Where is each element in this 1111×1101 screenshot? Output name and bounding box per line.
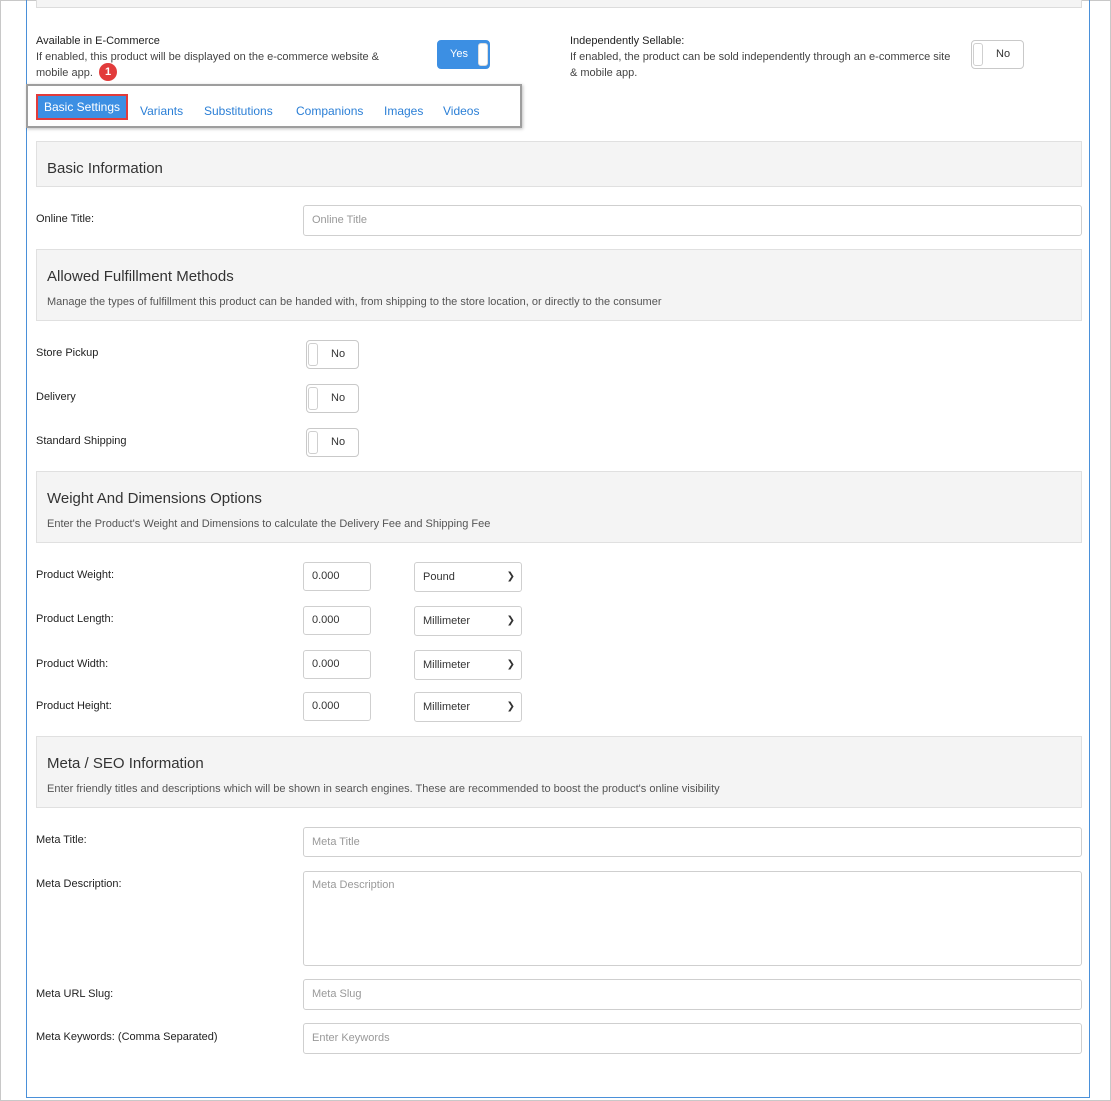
tab-images[interactable]: Images <box>384 104 423 118</box>
independently-sellable-desc: If enabled, the product can be sold inde… <box>570 51 951 79</box>
tab-companions[interactable]: Companions <box>296 104 363 118</box>
available-ecommerce-label: Available in E-Commerce <box>36 35 160 47</box>
available-ecommerce-toggle[interactable]: Yes <box>437 40 490 69</box>
section-subtitle: Manage the types of fulfillment this pro… <box>47 296 662 308</box>
tab-substitutions[interactable]: Substitutions <box>204 104 273 118</box>
select-value: Millimeter <box>423 701 471 713</box>
product-tabs: Basic Settings Variants Substitutions Co… <box>26 84 522 128</box>
chevron-down-icon: ❯ <box>506 659 515 670</box>
product-weight-input[interactable]: 0.000 <box>303 562 371 591</box>
store-pickup-label: Store Pickup <box>36 347 99 359</box>
tab-variants[interactable]: Variants <box>140 104 183 118</box>
meta-description-textarea[interactable]: Meta Description <box>303 871 1082 966</box>
meta-title-label: Meta Title: <box>36 834 87 846</box>
product-weight-unit-select[interactable]: Pound ❯ <box>414 562 522 592</box>
section-title: Allowed Fulfillment Methods <box>47 268 234 285</box>
weight-dimensions-section: Weight And Dimensions Options Enter the … <box>36 471 1082 543</box>
basic-info-section: Basic Information <box>36 141 1082 187</box>
chevron-down-icon: ❯ <box>506 615 515 626</box>
top-section-strip <box>36 0 1082 8</box>
toggle-knob <box>308 343 318 366</box>
standard-shipping-toggle[interactable]: No <box>306 428 359 457</box>
toggle-text: No <box>996 48 1011 60</box>
product-height-input[interactable]: 0.000 <box>303 692 371 721</box>
delivery-label: Delivery <box>36 391 76 403</box>
online-title-label: Online Title: <box>36 213 95 225</box>
fulfillment-section: Allowed Fulfillment Methods Manage the t… <box>36 249 1082 321</box>
section-subtitle: Enter the Product's Weight and Dimension… <box>47 518 491 530</box>
independently-sellable-label: Independently Sellable: <box>570 35 685 47</box>
online-title-input[interactable]: Online Title <box>303 205 1082 236</box>
tab-videos[interactable]: Videos <box>443 104 479 118</box>
chevron-down-icon: ❯ <box>506 571 515 582</box>
product-length-unit-select[interactable]: Millimeter ❯ <box>414 606 522 636</box>
toggle-text: No <box>331 392 346 404</box>
toggle-knob <box>478 43 488 66</box>
product-length-input[interactable]: 0.000 <box>303 606 371 635</box>
select-value: Millimeter <box>423 659 471 671</box>
meta-keywords-label: Meta Keywords: (Comma Separated) <box>36 1031 218 1043</box>
toggle-knob <box>308 387 318 410</box>
select-value: Pound <box>423 571 455 583</box>
meta-url-slug-label: Meta URL Slug: <box>36 988 114 1000</box>
annotation-badge: 1 <box>99 63 117 81</box>
delivery-toggle[interactable]: No <box>306 384 359 413</box>
standard-shipping-label: Standard Shipping <box>36 435 127 447</box>
store-pickup-toggle[interactable]: No <box>306 340 359 369</box>
meta-description-label: Meta Description: <box>36 878 122 890</box>
section-title: Basic Information <box>47 160 163 177</box>
section-title: Weight And Dimensions Options <box>47 490 262 507</box>
product-length-label: Product Length: <box>36 613 114 625</box>
product-weight-label: Product Weight: <box>36 569 115 581</box>
independently-sellable-toggle[interactable]: No <box>971 40 1024 69</box>
meta-url-slug-input[interactable]: Meta Slug <box>303 979 1082 1010</box>
product-height-unit-select[interactable]: Millimeter ❯ <box>414 692 522 722</box>
meta-seo-section: Meta / SEO Information Enter friendly ti… <box>36 736 1082 808</box>
toggle-text: Yes <box>450 48 468 60</box>
toggle-knob <box>308 431 318 454</box>
available-ecommerce-desc: If enabled, this product will be display… <box>36 51 380 79</box>
meta-keywords-input[interactable]: Enter Keywords <box>303 1023 1082 1054</box>
product-height-label: Product Height: <box>36 700 112 712</box>
select-value: Millimeter <box>423 615 471 627</box>
toggle-knob <box>973 43 983 66</box>
tab-basic-settings[interactable]: Basic Settings <box>36 94 128 120</box>
meta-title-input[interactable]: Meta Title <box>303 827 1082 857</box>
product-width-input[interactable]: 0.000 <box>303 650 371 679</box>
section-subtitle: Enter friendly titles and descriptions w… <box>47 783 720 795</box>
section-title: Meta / SEO Information <box>47 755 204 772</box>
product-width-unit-select[interactable]: Millimeter ❯ <box>414 650 522 680</box>
toggle-text: No <box>331 348 346 360</box>
toggle-text: No <box>331 436 346 448</box>
product-width-label: Product Width: <box>36 658 109 670</box>
chevron-down-icon: ❯ <box>506 701 515 712</box>
